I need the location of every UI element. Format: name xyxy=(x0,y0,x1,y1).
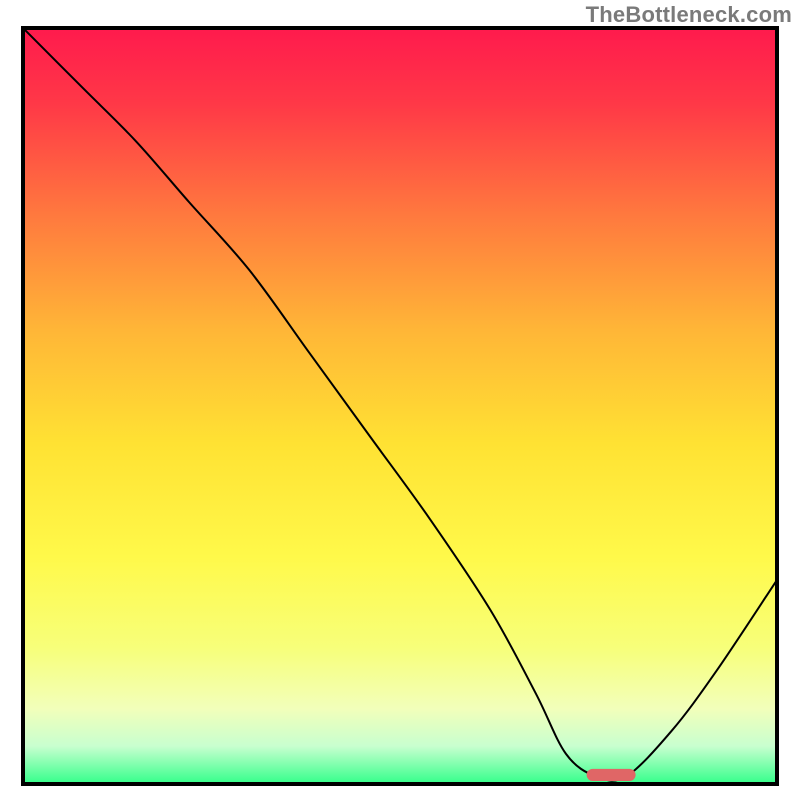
optimal-range-marker xyxy=(587,769,636,781)
chart-container: { "watermark": "TheBottleneck.com", "cha… xyxy=(0,0,800,800)
chart-svg xyxy=(0,0,800,800)
watermark-text: TheBottleneck.com xyxy=(586,2,792,28)
